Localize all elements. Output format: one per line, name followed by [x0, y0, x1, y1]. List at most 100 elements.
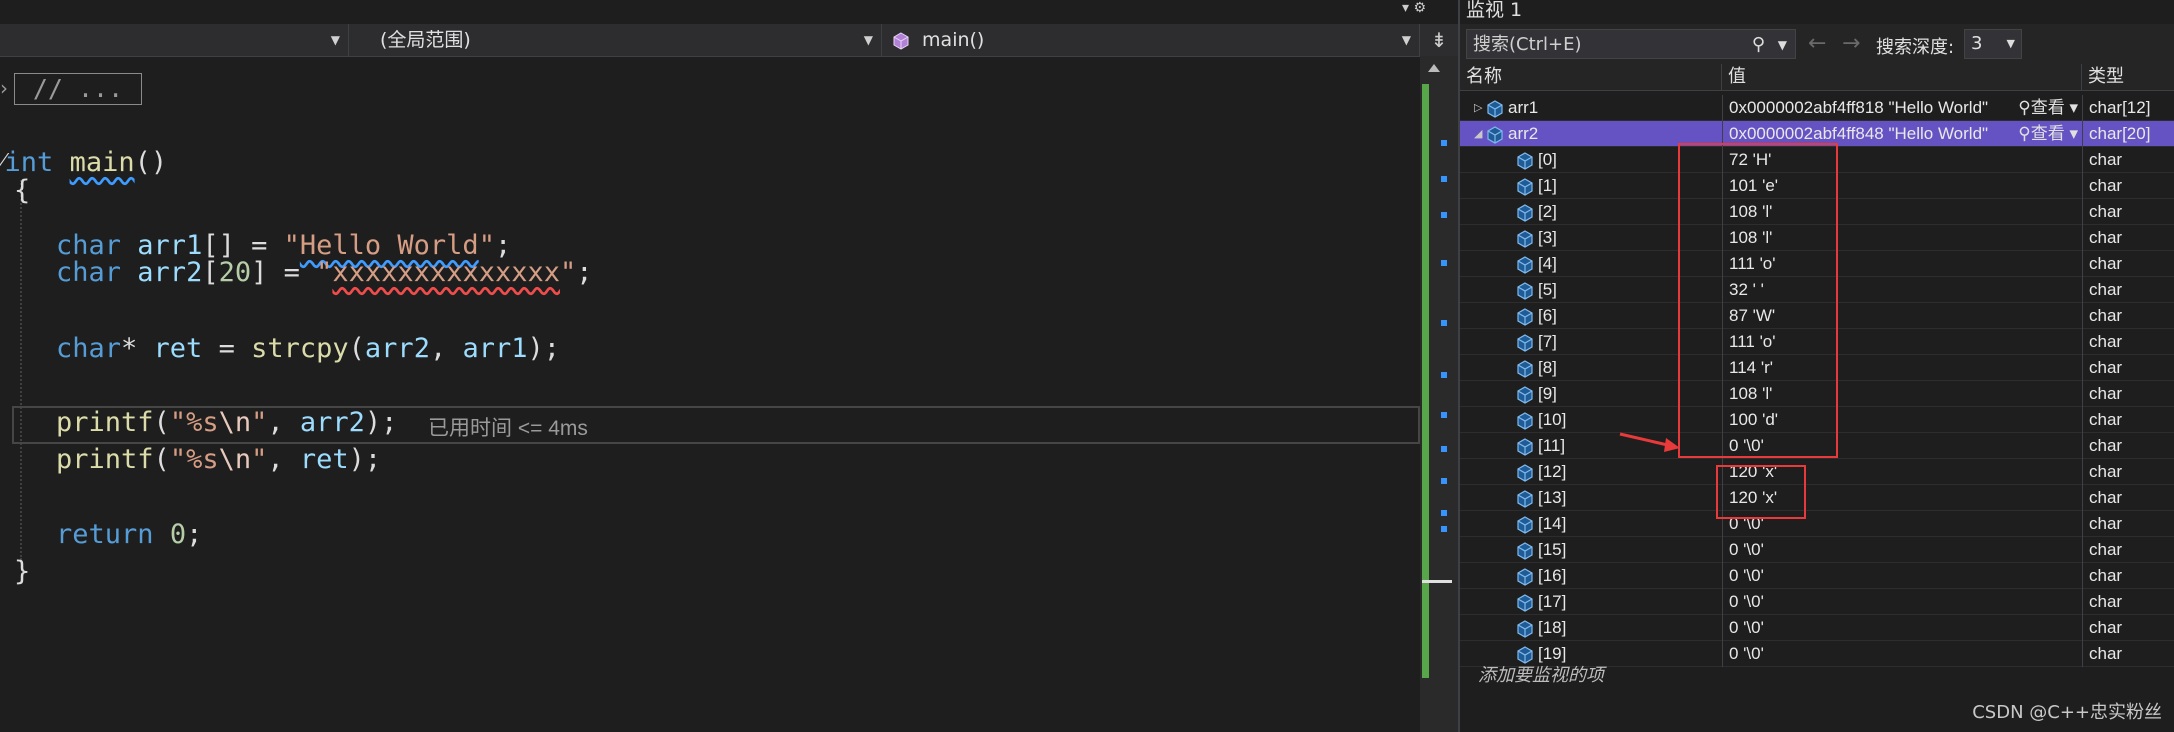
chevron-down-icon: ▼ [863, 33, 873, 47]
watch-name-label: [17] [1538, 592, 1567, 611]
editor-top-strip [0, 0, 1458, 24]
search-icon[interactable]: ⚲ [1752, 30, 1765, 60]
column-value-header[interactable]: 值 [1722, 64, 2082, 90]
collapse-arrow-icon[interactable]: ◢ [1474, 122, 1486, 147]
watch-row-element[interactable]: [13] 120 'x' char [1460, 485, 2174, 511]
magnifier-icon: ⚲ [2018, 98, 2031, 117]
watch-value-cell[interactable]: 0 '\0' [1722, 537, 2082, 563]
code-line-open-brace[interactable]: { [14, 172, 1434, 209]
escape-sequence: \n [218, 444, 252, 475]
scroll-thumb[interactable] [1422, 580, 1452, 583]
collapsed-region[interactable]: // ... [14, 73, 142, 105]
perf-tip[interactable]: 已用时间 <= 4ms [428, 412, 588, 442]
variable-cube-icon [1517, 359, 1533, 378]
variable-arr2: arr2 [137, 257, 203, 288]
watch-type-cell: char [2082, 355, 2174, 381]
window-controls[interactable]: ▾ ⚙ [1402, 0, 1426, 16]
watch-name-label: [16] [1538, 566, 1567, 585]
watch-value-label: 0 '\0' [1729, 540, 1764, 559]
function-combo[interactable]: main() ▼ [884, 24, 1420, 56]
chevron-down-icon[interactable]: ▼ [1778, 30, 1787, 60]
code-editor[interactable]: ▾ ⚙ ▼ (全局范围) ▼ main() ▼ ⇟ › // ... ⁄int … [0, 0, 1458, 732]
variable-cube-icon [1517, 645, 1533, 664]
code-line-printf-ret[interactable]: printf("%s\n", ret); [56, 441, 1476, 478]
split-editor-button[interactable]: ⇟ [1420, 24, 1458, 56]
magnifier-icon: ⚲ [2018, 124, 2031, 143]
code-token: ; [576, 257, 593, 288]
watch-name-label: [14] [1538, 514, 1567, 533]
watch-type-cell: char[20] [2082, 121, 2174, 147]
watch-name-label: [4] [1538, 254, 1557, 273]
watch-row-element[interactable]: [17] 0 '\0' char [1460, 589, 2174, 615]
code-line-return[interactable]: return 0; [56, 516, 1476, 553]
watch-name-label: [6] [1538, 306, 1557, 325]
watch-value-label: 0x0000002abf4ff818 "Hello World" [1729, 98, 1989, 117]
watch-type-cell: char [2082, 407, 2174, 433]
arrow-left-icon[interactable]: ← [1808, 31, 1826, 56]
variable-ret: ret [299, 444, 349, 475]
watch-row-element[interactable]: [15] 0 '\0' char [1460, 537, 2174, 563]
scroll-marker [1441, 176, 1447, 182]
watch-type-cell: char [2082, 303, 2174, 329]
watch-type-cell: char [2082, 459, 2174, 485]
code-line-close-brace[interactable]: } [14, 553, 1434, 590]
watch-name-cell: [12] [1460, 459, 1722, 485]
code-token: ); [364, 407, 398, 438]
expand-arrow-icon[interactable]: ▷ [1474, 96, 1486, 121]
watch-type-cell: char[12] [2082, 95, 2174, 121]
watch-type-cell: char [2082, 615, 2174, 641]
fold-expand-icon[interactable]: › [0, 76, 8, 100]
add-watch-row[interactable]: 添加要监视的项 [1460, 663, 2174, 689]
escape-sequence: \n [218, 407, 252, 438]
variable-cube-icon [1517, 203, 1533, 222]
scroll-marker [1441, 526, 1447, 532]
view-visualizer-button[interactable]: ⚲查看 ▾ [2018, 121, 2078, 146]
watch-name-label: [8] [1538, 358, 1557, 377]
watch-type-cell: char [2082, 381, 2174, 407]
variable-cube-icon [1487, 125, 1503, 144]
watch-value-cell[interactable]: 0 '\0' [1722, 563, 2082, 589]
annotation-box-hello-world [1678, 143, 1838, 458]
function-call-printf: printf [56, 444, 154, 475]
code-token: " [559, 257, 577, 288]
watch-row-element[interactable]: [18] 0 '\0' char [1460, 615, 2174, 641]
watch-type-cell: char [2082, 251, 2174, 277]
watch-row-element[interactable]: [16] 0 '\0' char [1460, 563, 2174, 589]
scope-combo[interactable]: (全局范围) ▼ [350, 24, 882, 56]
scroll-marker [1441, 212, 1447, 218]
watch-value-cell[interactable]: 0 '\0' [1722, 589, 2082, 615]
watch-row-element[interactable]: [14] 0 '\0' char [1460, 511, 2174, 537]
variable-ret: ret [153, 333, 203, 364]
watch-value-cell[interactable]: 0 '\0' [1722, 615, 2082, 641]
scroll-up-icon[interactable] [1428, 64, 1440, 72]
view-visualizer-button[interactable]: ⚲查看 ▾ [2018, 95, 2078, 120]
column-type-header[interactable]: 类型 [2082, 64, 2174, 90]
code-line-arr2[interactable]: char arr2[20] = "xxxxxxxxxxxxxx"; [56, 254, 1476, 291]
variable-cube-icon [1517, 281, 1533, 300]
watch-value-label: 0 '\0' [1729, 644, 1764, 663]
watch-name-label: [7] [1538, 332, 1557, 351]
watch-value-cell[interactable]: 0x0000002abf4ff818 "Hello World" ⚲查看 ▾ [1722, 95, 2082, 121]
scroll-marker [1441, 478, 1447, 484]
code-token: " [316, 257, 333, 288]
variable-cube-icon [1517, 515, 1533, 534]
variable-cube-icon [1517, 255, 1533, 274]
watch-row-arr1[interactable]: ▷ arr1 0x0000002abf4ff818 "Hello World" ⚲查看… [1460, 95, 2174, 121]
column-name-header[interactable]: 名称 [1460, 64, 1722, 90]
project-combo[interactable]: ▼ [0, 24, 349, 56]
arrow-right-icon[interactable]: → [1842, 31, 1860, 56]
scroll-marker [1441, 412, 1447, 418]
watch-name-cell: [13] [1460, 485, 1722, 511]
code-token: , [267, 444, 300, 475]
string-literal: "%s [169, 407, 219, 438]
watch-row-element[interactable]: [12] 120 'x' char [1460, 459, 2174, 485]
code-line-strcpy[interactable]: char* ret = strcpy(arr2, arr1); [56, 330, 1476, 367]
watch-type-cell: char [2082, 537, 2174, 563]
search-depth-label: 搜索深度: [1876, 37, 1955, 58]
variable-arr2: arr2 [364, 333, 430, 364]
search-depth-select[interactable]: 3 ▼ [1964, 29, 2022, 59]
watch-value-label: 0 '\0' [1729, 618, 1764, 637]
function-combo-label: main() [922, 29, 985, 51]
search-input[interactable]: 搜索(Ctrl+E) ⚲ ▼ [1466, 29, 1796, 59]
watermark: CSDN @C++忠实粉丝 [1972, 702, 2162, 723]
